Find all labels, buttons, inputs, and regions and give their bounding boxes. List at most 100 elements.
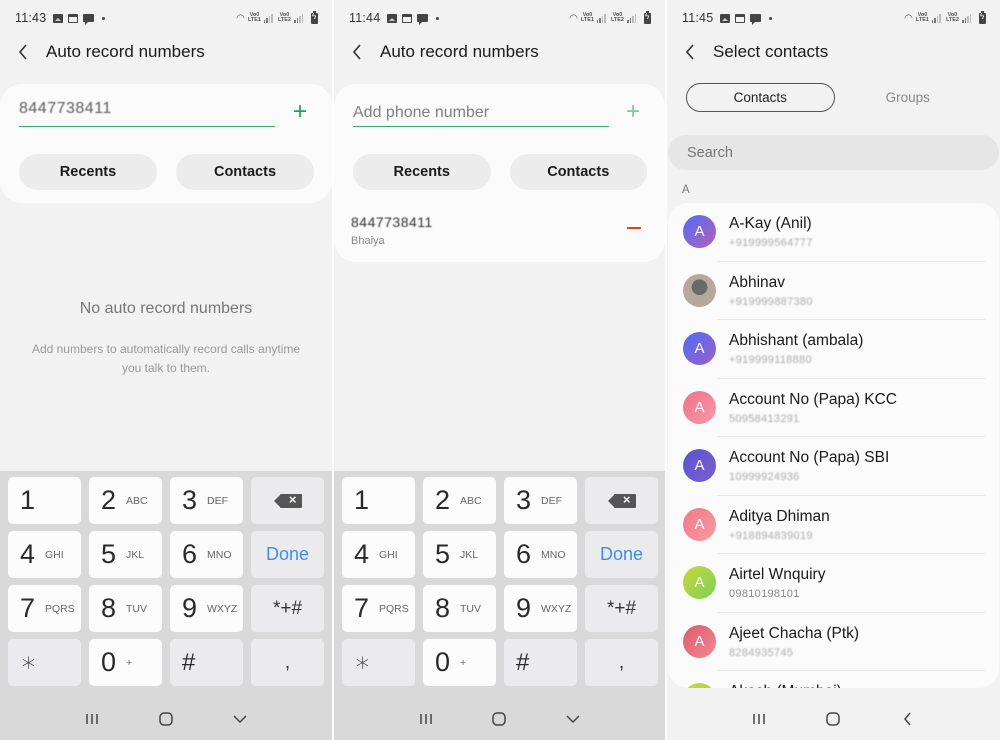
back-button[interactable] bbox=[0, 36, 46, 68]
star-label: ∗ bbox=[20, 647, 37, 677]
battery-charging-icon bbox=[979, 10, 986, 24]
key-0[interactable]: 0 + bbox=[89, 639, 162, 686]
system-back-button[interactable] bbox=[888, 704, 928, 734]
key-digit: 5 bbox=[101, 539, 117, 569]
status-bar: 11:44 ◠ Vo0 LTE1 Vo0 LTE2 bbox=[334, 0, 665, 36]
signal-sim1-icon bbox=[263, 13, 273, 23]
star-key[interactable]: ∗ bbox=[8, 639, 81, 686]
key-8[interactable]: 8 TUV bbox=[89, 585, 162, 632]
key-1[interactable]: 1 bbox=[342, 477, 415, 524]
contact-phone: 8284935745 bbox=[729, 646, 794, 659]
done-key[interactable]: Done bbox=[585, 531, 658, 578]
key-digit: 3 bbox=[516, 485, 532, 515]
contact-list-item[interactable]: A Account No (Papa) KCC 50958413291 bbox=[668, 379, 999, 437]
contacts-label: Contacts bbox=[213, 164, 277, 180]
contact-list-item[interactable]: A Aditya Dhiman +918894839019 bbox=[668, 496, 999, 554]
status-bar: 11:43 ◠ Vo0 LTE1 Vo0 LTE2 bbox=[0, 0, 332, 36]
home-icon bbox=[492, 712, 507, 726]
phone-number-value: 8447738411 bbox=[19, 100, 112, 117]
star-key[interactable]: ∗ bbox=[342, 639, 415, 686]
keypad-row: 4 GHI 5 JKL 6 MNO Done bbox=[8, 531, 325, 578]
key-0[interactable]: 0 + bbox=[423, 639, 496, 686]
contact-list-item[interactable]: A Account No (Papa) SBI 10999924936 bbox=[668, 437, 999, 496]
contact-list-item[interactable]: A Ajeet Chacha (Ptk) 8284935745 bbox=[668, 613, 999, 671]
recent-apps-button[interactable] bbox=[72, 704, 112, 734]
phone-number-input[interactable] bbox=[353, 100, 609, 127]
contact-avatar bbox=[683, 273, 716, 307]
tab-groups[interactable]: Groups bbox=[835, 83, 982, 112]
comma-key[interactable]: , bbox=[585, 639, 658, 686]
contact-phone: +919999887380 bbox=[729, 295, 813, 308]
contact-list-item[interactable]: A Airtel Wnquiry 09810198101 bbox=[668, 554, 999, 613]
contact-list-item[interactable]: Abhinav +919999887380 bbox=[668, 262, 999, 320]
key-5[interactable]: 5 JKL bbox=[89, 531, 162, 578]
tab-contacts[interactable]: Contacts bbox=[686, 83, 835, 112]
recents-button[interactable]: Recents bbox=[19, 154, 157, 190]
key-7[interactable]: 7 PQRS bbox=[342, 585, 415, 632]
done-key[interactable]: Done bbox=[251, 531, 324, 578]
contact-phone: 10999924936 bbox=[729, 471, 800, 483]
remove-entry-button[interactable] bbox=[627, 227, 641, 229]
add-number-button[interactable]: + bbox=[288, 100, 312, 125]
key-3[interactable]: 3 DEF bbox=[170, 477, 243, 524]
key-4[interactable]: 4 GHI bbox=[8, 531, 81, 578]
comma-key[interactable]: , bbox=[251, 639, 324, 686]
contact-list-item[interactable]: A Abhishant (ambala) +919999118880 bbox=[668, 320, 999, 379]
key-7[interactable]: 7 PQRS bbox=[8, 585, 81, 632]
calendar-notification-icon bbox=[735, 13, 746, 23]
search-input[interactable] bbox=[668, 135, 999, 170]
symbols-key[interactable]: *+# bbox=[585, 585, 658, 632]
keypad-row: 7 PQRS 8 TUV 9 WXYZ *+# bbox=[342, 585, 658, 632]
entry-label: Bhaiya bbox=[351, 235, 385, 247]
key-letters: PQRS bbox=[379, 602, 409, 615]
backspace-key[interactable]: × bbox=[251, 477, 324, 524]
backspace-key[interactable]: × bbox=[585, 477, 658, 524]
hash-key[interactable]: # bbox=[170, 639, 243, 686]
add-number-button[interactable]: + bbox=[621, 100, 645, 125]
key-6[interactable]: 6 MNO bbox=[504, 531, 577, 578]
message-notification-icon bbox=[417, 14, 429, 25]
contact-avatar: A bbox=[683, 566, 716, 599]
key-letters: JKL bbox=[126, 548, 145, 561]
key-9[interactable]: 9 WXYZ bbox=[170, 585, 243, 632]
volte-lte1-icon: Vo0 LTE1 bbox=[580, 11, 594, 23]
symbols-label: *+# bbox=[272, 597, 303, 619]
key-9[interactable]: 9 WXYZ bbox=[504, 585, 577, 632]
back-button[interactable] bbox=[667, 36, 713, 68]
signal-sim2-icon bbox=[962, 13, 971, 23]
contacts-list[interactable]: A A-Kay (Anil) +919999564777 Abhinav +919999… bbox=[668, 203, 999, 688]
home-button[interactable] bbox=[813, 704, 853, 734]
key-8[interactable]: 8 TUV bbox=[423, 585, 496, 632]
contacts-button[interactable]: Contacts bbox=[509, 154, 647, 190]
key-2[interactable]: 2 ABC bbox=[423, 477, 496, 524]
recent-apps-button[interactable] bbox=[739, 704, 779, 734]
contact-list-item[interactable]: A A-Kay (Anil) +919999564777 bbox=[668, 203, 999, 262]
key-1[interactable]: 1 bbox=[8, 477, 81, 524]
contact-avatar: A bbox=[683, 449, 716, 482]
more-notifications-icon bbox=[436, 16, 440, 20]
contact-avatar: A bbox=[683, 332, 716, 365]
entry-number: 8447738411 bbox=[351, 217, 433, 230]
contacts-button[interactable]: Contacts bbox=[176, 154, 314, 190]
key-4[interactable]: 4 GHI bbox=[342, 531, 415, 578]
recent-apps-button[interactable] bbox=[406, 704, 446, 734]
home-button[interactable] bbox=[146, 704, 186, 734]
symbols-key[interactable]: *+# bbox=[251, 585, 324, 632]
key-6[interactable]: 6 MNO bbox=[170, 531, 243, 578]
key-letters: MNO bbox=[207, 548, 232, 561]
hash-key[interactable]: # bbox=[504, 639, 577, 686]
signal-sim1-icon bbox=[596, 13, 606, 23]
signal-sim2-icon bbox=[627, 13, 636, 23]
contact-list-item[interactable]: A Akash (Mumbai) bbox=[668, 671, 999, 688]
hide-keyboard-button[interactable] bbox=[553, 704, 593, 734]
key-3[interactable]: 3 DEF bbox=[504, 477, 577, 524]
hide-keyboard-button[interactable] bbox=[220, 704, 260, 734]
key-2[interactable]: 2 ABC bbox=[89, 477, 162, 524]
key-digit: 0 bbox=[101, 647, 117, 677]
recents-button[interactable]: Recents bbox=[353, 154, 491, 190]
home-button[interactable] bbox=[479, 704, 519, 734]
back-button[interactable] bbox=[334, 36, 380, 68]
key-5[interactable]: 5 JKL bbox=[423, 531, 496, 578]
chevron-down-icon bbox=[233, 714, 247, 723]
phone-number-input[interactable]: 8447738411 bbox=[19, 100, 275, 127]
